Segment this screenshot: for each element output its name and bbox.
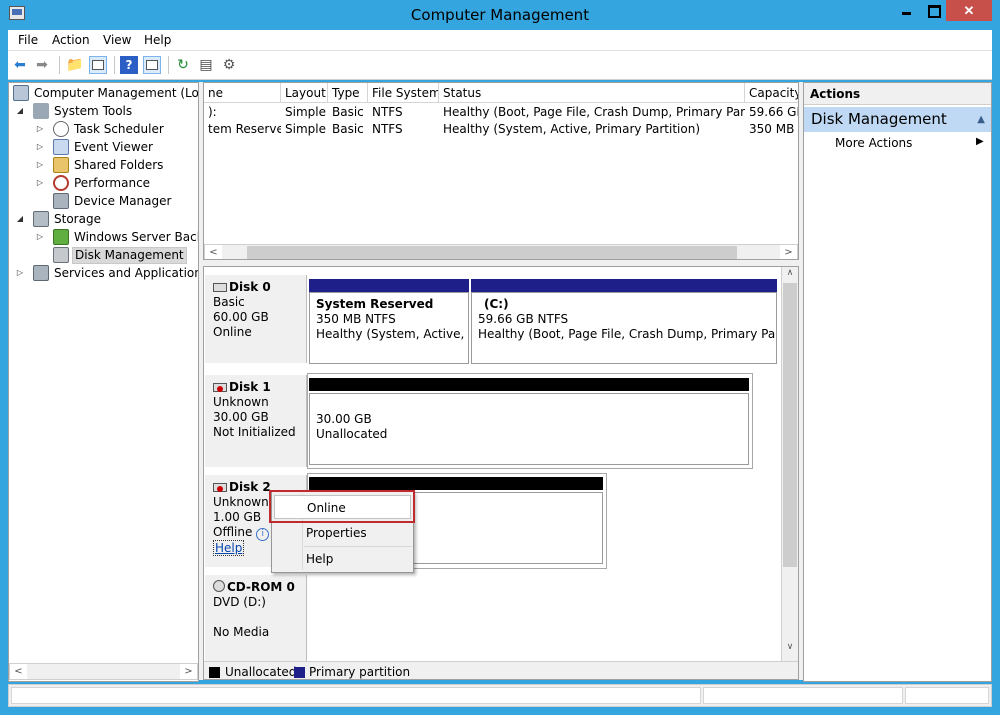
up-folder-icon[interactable]: 📁 xyxy=(66,56,84,74)
menu-bar: File Action View Help xyxy=(8,30,992,51)
disk-graphical-view: Disk 0 Basic 60.00 GB Online System Rese… xyxy=(203,266,799,680)
app-window: Computer Management ✕ File Action View H… xyxy=(0,0,1000,715)
collapse-up-icon[interactable]: ▲ xyxy=(977,107,985,132)
cd-icon xyxy=(213,580,225,592)
scroll-left-icon[interactable]: < xyxy=(10,664,27,679)
unallocated-bar xyxy=(309,477,603,490)
window-title: Computer Management xyxy=(410,6,590,24)
content-area: Computer Management (Local ◢ System Tool… xyxy=(8,82,992,682)
partition-unallocated-disk-1[interactable]: 30.00 GB Unallocated xyxy=(309,393,749,465)
menu-file[interactable]: File xyxy=(18,33,38,47)
disk-error-icon xyxy=(213,383,227,392)
partition-system-reserved[interactable]: System Reserved 350 MB NTFS Healthy (Sys… xyxy=(309,292,469,364)
backup-icon xyxy=(53,229,69,245)
actions-header: Actions xyxy=(804,83,991,105)
scroll-right-icon[interactable]: > xyxy=(180,664,197,679)
disk-1-info[interactable]: Disk 1 Unknown 30.00 GB Not Initialized xyxy=(205,375,307,467)
status-cell xyxy=(11,687,701,704)
status-cell xyxy=(905,687,989,704)
toolbar-separator xyxy=(168,56,169,74)
context-menu-help[interactable]: Help xyxy=(272,547,413,571)
disk-0-info[interactable]: Disk 0 Basic 60.00 GB Online xyxy=(205,275,307,363)
scroll-down-icon[interactable]: ∨ xyxy=(783,642,797,656)
disk-legend: Unallocated Primary partition xyxy=(204,661,798,679)
cdrom-info[interactable]: CD-ROM 0 DVD (D:) No Media xyxy=(205,575,307,661)
refresh-icon[interactable]: ↻ xyxy=(174,56,192,74)
info-icon[interactable]: i xyxy=(256,528,270,541)
clock-icon xyxy=(53,121,69,137)
scrollbar-thumb[interactable] xyxy=(783,283,797,567)
services-icon xyxy=(33,265,49,281)
column-header-volume[interactable]: ne xyxy=(204,83,281,103)
column-header-file-system[interactable]: File System xyxy=(368,83,439,103)
middle-pane: ne Layout Type File System Status Capaci… xyxy=(203,82,799,682)
disk-error-icon xyxy=(213,483,227,492)
menu-action[interactable]: Action xyxy=(52,33,90,47)
status-cell xyxy=(703,687,903,704)
tools-icon xyxy=(33,103,49,119)
menu-help[interactable]: Help xyxy=(144,33,171,47)
disk-icon xyxy=(213,283,227,292)
scrollbar-thumb[interactable] xyxy=(247,246,737,259)
computer-icon xyxy=(13,85,29,101)
storage-icon xyxy=(33,211,49,227)
navigation-tree: Computer Management (Local ◢ System Tool… xyxy=(8,82,199,682)
actions-pane: Actions Disk Management ▲ More Actions ▶ xyxy=(803,82,992,682)
collapsed-arrow-icon[interactable]: ▷ xyxy=(15,264,25,282)
partition-c-drive[interactable]: (C:) 59.66 GB NTFS Healthy (Boot, Page F… xyxy=(471,292,777,364)
column-header-status[interactable]: Status xyxy=(439,83,745,103)
expanded-arrow-icon[interactable]: ◢ xyxy=(15,210,25,228)
settings-icon[interactable]: ⚙ xyxy=(220,56,238,74)
event-viewer-icon xyxy=(53,139,69,155)
device-manager-icon xyxy=(53,193,69,209)
volume-list-header: ne Layout Type File System Status Capaci… xyxy=(204,83,798,103)
shared-folder-icon xyxy=(53,157,69,173)
column-header-layout[interactable]: Layout xyxy=(281,83,328,103)
context-menu-properties[interactable]: Properties xyxy=(272,521,413,545)
primary-partition-swatch xyxy=(294,667,305,678)
toolbar: ⬅ ➡ 📁 ? ↻ ▤ ⚙ xyxy=(8,51,992,80)
collapsed-arrow-icon[interactable]: ▷ xyxy=(35,156,45,174)
help-icon[interactable]: ? xyxy=(120,56,138,74)
unallocated-swatch xyxy=(209,667,220,678)
collapsed-arrow-icon[interactable]: ▷ xyxy=(35,138,45,156)
unallocated-bar xyxy=(309,378,749,391)
help-link[interactable]: Help xyxy=(213,540,245,556)
volume-list: ne Layout Type File System Status Capaci… xyxy=(203,82,799,260)
title-bar: Computer Management ✕ xyxy=(0,0,1000,30)
highlight-box xyxy=(269,490,415,523)
collapsed-arrow-icon[interactable]: ▷ xyxy=(35,174,45,192)
minimize-button[interactable] xyxy=(893,0,920,21)
list-horizontal-scrollbar[interactable]: < > xyxy=(204,244,798,259)
submenu-arrow-icon: ▶ xyxy=(976,136,984,147)
more-actions-item[interactable]: More Actions xyxy=(835,136,912,150)
scroll-up-icon[interactable]: ∧ xyxy=(783,268,797,282)
disk-management-icon xyxy=(53,247,69,263)
scroll-right-icon[interactable]: > xyxy=(780,245,797,259)
column-header-type[interactable]: Type xyxy=(328,83,368,103)
column-header-capacity[interactable]: Capacity xyxy=(745,83,798,103)
expanded-arrow-icon[interactable]: ◢ xyxy=(15,102,25,120)
performance-icon xyxy=(53,175,69,191)
toolbar-separator xyxy=(59,56,60,74)
collapsed-arrow-icon[interactable]: ▷ xyxy=(35,120,45,138)
toolbar-separator xyxy=(114,56,115,74)
menu-view[interactable]: View xyxy=(103,33,131,47)
maximize-button[interactable] xyxy=(920,0,946,21)
actions-section-disk-management[interactable]: Disk Management ▲ xyxy=(804,107,991,132)
status-bar xyxy=(8,684,992,707)
collapsed-arrow-icon[interactable]: ▷ xyxy=(35,228,45,246)
disk-view-vertical-scrollbar[interactable]: ∧ ∨ xyxy=(781,267,798,661)
properties-pane-icon[interactable] xyxy=(143,56,161,74)
primary-partition-bar xyxy=(309,279,469,292)
show-hide-tree-icon[interactable] xyxy=(89,56,107,74)
scroll-left-icon[interactable]: < xyxy=(205,245,222,259)
primary-partition-bar xyxy=(471,279,777,292)
close-button[interactable]: ✕ xyxy=(946,0,992,21)
tree-horizontal-scrollbar[interactable]: < > xyxy=(9,663,198,680)
back-arrow-icon[interactable]: ⬅ xyxy=(11,56,29,74)
export-icon[interactable]: ▤ xyxy=(197,56,215,74)
forward-arrow-icon[interactable]: ➡ xyxy=(33,56,51,74)
